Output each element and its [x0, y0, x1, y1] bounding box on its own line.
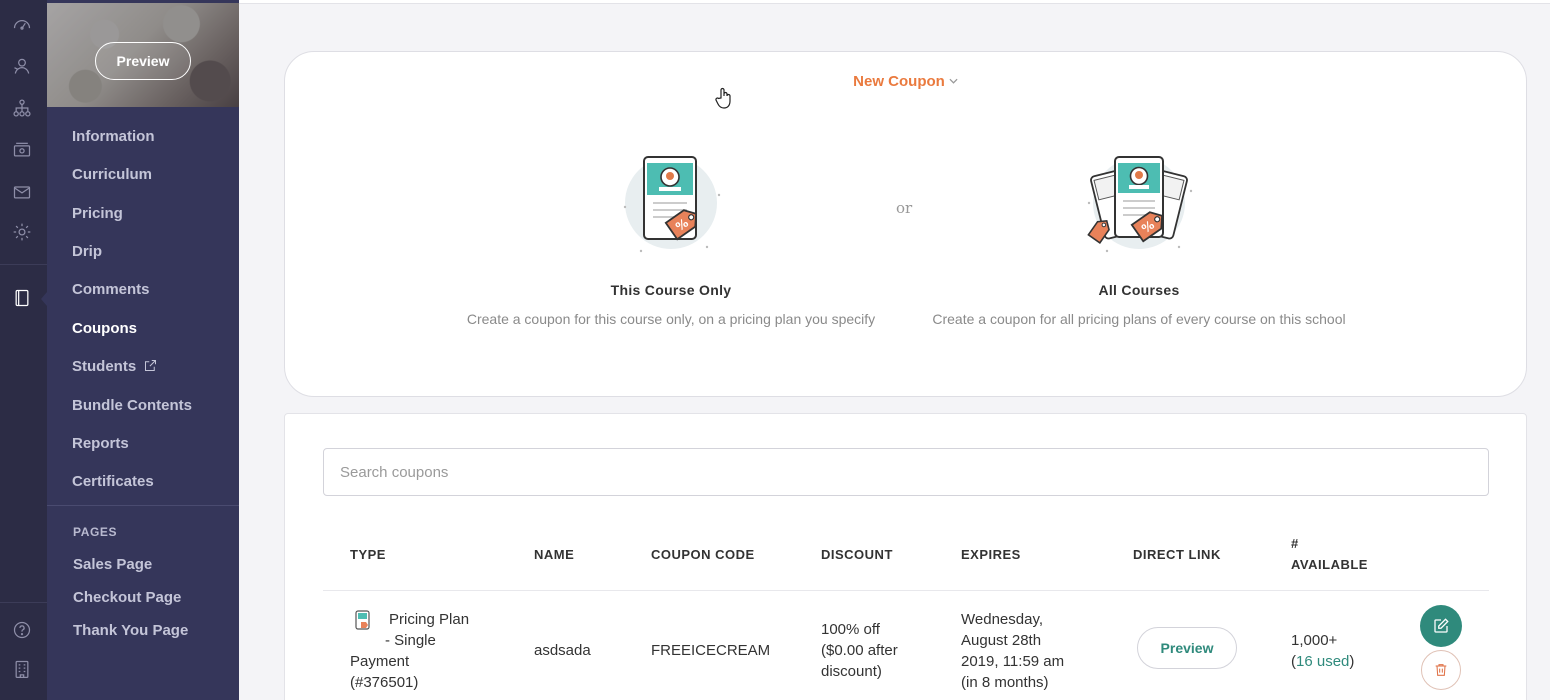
direct-link-preview-button[interactable]: Preview — [1137, 627, 1237, 669]
sidebar-item-pricing[interactable]: Pricing — [72, 205, 123, 222]
all-courses-description: Create a coupon for all pricing plans of… — [932, 311, 1346, 327]
coupon-discount: 100% off ($0.00 after discount) — [821, 619, 898, 682]
pages-heading: PAGES — [73, 525, 118, 539]
external-link-icon — [143, 358, 158, 377]
sales-icon[interactable] — [10, 138, 34, 162]
chevron-down-icon — [949, 71, 958, 88]
column-header-type: TYPE — [350, 547, 386, 562]
top-bar — [239, 0, 1550, 4]
icon-rail — [0, 0, 47, 700]
sidebar-item-reports[interactable]: Reports — [72, 435, 129, 452]
course-book-icon[interactable] — [10, 286, 34, 310]
coupon-type-line4: (#376501) — [350, 674, 419, 691]
coupon-expires-line1: Wednesday, — [961, 611, 1043, 628]
all-courses-title: All Courses — [1098, 282, 1180, 298]
course-preview-button[interactable]: Preview — [95, 42, 191, 80]
used-count-link[interactable]: 16 used — [1296, 653, 1349, 670]
coupon-type-line1: Pricing Plan — [389, 611, 470, 628]
sidebar-divider — [47, 505, 239, 506]
new-coupon-card: New Coupon % This Course Only Create a c… — [284, 51, 1527, 397]
this-course-only-title: This Course Only — [610, 282, 732, 298]
coupons-list-card: TYPE NAME COUPON CODE DISCOUNT EXPIRES D… — [284, 413, 1527, 700]
sidebar-item-curriculum[interactable]: Curriculum — [72, 166, 152, 183]
this-course-only-description: Create a coupon for this course only, on… — [466, 311, 876, 327]
sitemap-icon[interactable] — [10, 96, 34, 120]
coupon-code: FREEICECREAM — [651, 642, 771, 659]
coupon-type-line2: - Single — [385, 632, 436, 649]
column-header-available: # AVAILABLE — [1291, 536, 1368, 572]
new-coupon-label: New Coupon — [853, 73, 945, 90]
single-coupon-illustration-icon: % — [611, 147, 731, 267]
column-header-discount: DISCOUNT — [821, 547, 893, 562]
sidebar-item-thank-you-page[interactable]: Thank You Page — [73, 622, 188, 639]
sidebar-item-drip[interactable]: Drip — [72, 243, 102, 260]
column-header-coupon-code: COUPON CODE — [651, 547, 755, 562]
sidebar-item-sales-page[interactable]: Sales Page — [73, 556, 152, 573]
users-icon[interactable] — [10, 54, 34, 78]
dashboard-icon[interactable] — [10, 12, 34, 36]
all-courses-option[interactable]: % All Courses Create a coupon for all pr… — [909, 147, 1369, 327]
coupon-available-count: 1,000+ — [1291, 632, 1338, 649]
pricing-plan-icon — [355, 610, 371, 630]
hand-cursor-icon — [715, 87, 733, 109]
mail-icon[interactable] — [10, 180, 34, 204]
column-header-available-line1: # — [1291, 536, 1299, 551]
multi-coupon-illustration-icon: % — [1079, 147, 1199, 267]
school-building-icon[interactable] — [10, 657, 34, 681]
column-header-expires: EXPIRES — [961, 547, 1021, 562]
column-header-name: NAME — [534, 547, 575, 562]
this-course-only-option[interactable]: % This Course Only Create a coupon for t… — [441, 147, 901, 327]
help-icon[interactable] — [10, 618, 34, 642]
coupon-available: 1,000+ (16 used) — [1291, 630, 1354, 672]
rail-divider-bottom — [0, 602, 47, 603]
search-coupons-input[interactable] — [323, 448, 1489, 496]
delete-coupon-button[interactable] — [1421, 650, 1461, 690]
coupon-expires-line3: 2019, 11:59 am — [961, 653, 1065, 670]
coupon-discount-line2: ($0.00 after — [821, 642, 898, 659]
coupon-used: (16 used) — [1291, 651, 1354, 672]
coupon-discount-line1: 100% off — [821, 621, 880, 638]
header-divider — [323, 590, 1489, 591]
sidebar-item-information[interactable]: Information — [72, 128, 155, 145]
trash-icon — [1435, 664, 1447, 676]
sidebar-item-bundle-contents[interactable]: Bundle Contents — [72, 397, 192, 414]
rail-divider — [0, 264, 47, 265]
gear-icon[interactable] — [10, 220, 34, 244]
course-thumbnail: Preview — [47, 3, 239, 107]
sidebar-item-coupons[interactable]: Coupons — [72, 320, 137, 337]
sidebar-item-certificates[interactable]: Certificates — [72, 473, 154, 490]
course-sidebar: Preview Information Curriculum Pricing D… — [47, 0, 239, 700]
coupon-expires-line2: August 28th — [961, 632, 1042, 649]
edit-icon — [1434, 618, 1449, 633]
sidebar-item-students-label: Students — [72, 358, 137, 375]
sidebar-item-comments[interactable]: Comments — [72, 281, 150, 298]
column-header-available-line2: AVAILABLE — [1291, 557, 1368, 572]
column-header-direct-link: DIRECT LINK — [1133, 547, 1221, 562]
coupon-discount-line3: discount) — [821, 663, 882, 680]
new-coupon-dropdown[interactable]: New Coupon — [285, 71, 1526, 90]
sidebar-item-students[interactable]: Students — [72, 358, 158, 377]
coupon-expires-line4: (in 8 months) — [961, 674, 1049, 691]
used-suffix: ) — [1349, 653, 1355, 670]
sidebar-item-checkout-page[interactable]: Checkout Page — [73, 589, 181, 606]
edit-coupon-button[interactable] — [1420, 605, 1462, 647]
coupon-name: asdsada — [534, 642, 591, 659]
coupon-expires: Wednesday, August 28th 2019, 11:59 am (i… — [961, 609, 1064, 693]
coupon-type-line3: Payment — [350, 653, 410, 670]
